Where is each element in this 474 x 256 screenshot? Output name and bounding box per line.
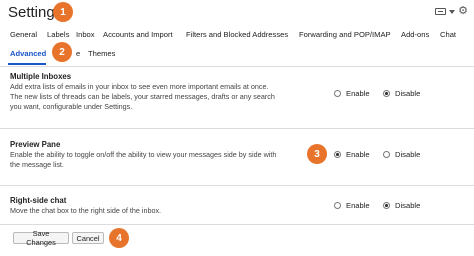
annotation-badge-4: 4: [109, 228, 129, 248]
right-side-chat-enable-option[interactable]: Enable: [334, 201, 370, 210]
description-line: you want, configurable under Settings.: [10, 102, 133, 111]
tab-general[interactable]: General: [10, 30, 37, 39]
cancel-button[interactable]: Cancel: [72, 232, 104, 244]
tab-partially-hidden[interactable]: e: [76, 49, 80, 58]
right-side-chat-disable-option[interactable]: Disable: [383, 201, 420, 210]
save-changes-button[interactable]: Save Changes: [13, 229, 69, 247]
keyboard-icon[interactable]: [435, 8, 447, 15]
description-line: Add extra lists of emails in your inbox …: [10, 82, 269, 91]
tab-themes[interactable]: Themes: [88, 49, 115, 58]
radio-label: Disable: [395, 150, 421, 159]
multiple-inboxes-enable-option[interactable]: Enable: [334, 89, 370, 98]
settings-tabs: General Labels Inbox Accounts and Import…: [0, 30, 474, 44]
multiple-inboxes-description: Add extra lists of emails in your inbox …: [10, 82, 275, 112]
preview-pane-title: Preview Pane: [10, 140, 61, 149]
tab-chat[interactable]: Chat: [440, 30, 456, 39]
tab-forwarding-and-pop-imap[interactable]: Forwarding and POP/IMAP: [299, 30, 391, 39]
radio-label: Disable: [395, 201, 421, 210]
preview-pane-enable-radio[interactable]: [334, 151, 341, 158]
tab-add-ons[interactable]: Add-ons: [401, 30, 429, 39]
radio-label: Enable: [346, 89, 370, 98]
preview-pane-disable-radio[interactable]: [383, 151, 390, 158]
tab-inbox[interactable]: Inbox: [76, 30, 95, 39]
tab-filters-and-blocked-addresses[interactable]: Filters and Blocked Addresses: [186, 30, 288, 39]
tab-accounts-and-import[interactable]: Accounts and Import: [103, 30, 173, 39]
preview-pane-enable-option[interactable]: Enable: [334, 150, 370, 159]
gear-icon[interactable]: ⚙: [458, 6, 468, 17]
right-side-chat-title: Right-side chat: [10, 196, 67, 205]
right-side-chat-description: Move the chat box to the right side of t…: [10, 206, 161, 216]
section-divider: [0, 185, 474, 186]
preview-pane-disable-option[interactable]: Disable: [383, 150, 420, 159]
annotation-badge-3: 3: [307, 144, 327, 164]
multiple-inboxes-title: Multiple Inboxes: [10, 72, 72, 81]
multiple-inboxes-disable-radio[interactable]: [383, 90, 390, 97]
caret-down-icon[interactable]: [449, 9, 456, 14]
multiple-inboxes-enable-radio[interactable]: [334, 90, 341, 97]
right-side-chat-enable-radio[interactable]: [334, 202, 341, 209]
right-side-chat-disable-radio[interactable]: [383, 202, 390, 209]
tabs-divider: [0, 66, 474, 67]
radio-label: Enable: [346, 201, 370, 210]
tab-labels[interactable]: Labels: [47, 30, 69, 39]
active-tab-indicator: [8, 63, 46, 65]
top-right-tools: ⚙: [435, 6, 468, 17]
section-divider: [0, 224, 474, 225]
description-line: Move the chat box to the right side of t…: [10, 206, 162, 215]
description-line: Enable the ability to toggle on/off the …: [10, 150, 277, 159]
radio-label: Enable: [346, 150, 370, 159]
description-line: The new lists of threads can be labels, …: [10, 92, 275, 101]
section-divider: [0, 128, 474, 129]
preview-pane-description: Enable the ability to toggle on/off the …: [10, 150, 276, 170]
tab-advanced[interactable]: Advanced: [10, 49, 46, 58]
radio-label: Disable: [395, 89, 421, 98]
annotation-badge-2: 2: [52, 42, 72, 62]
description-line: the message list.: [10, 160, 64, 169]
annotation-badge-1: 1: [53, 2, 73, 22]
multiple-inboxes-disable-option[interactable]: Disable: [383, 89, 420, 98]
